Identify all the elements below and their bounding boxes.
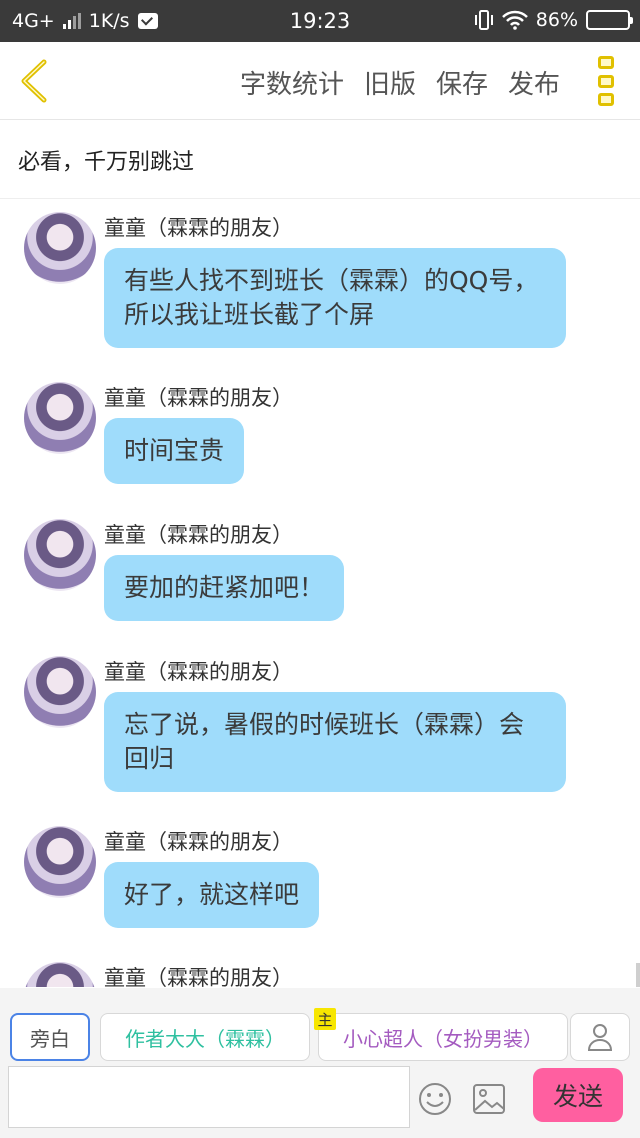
word-count-button[interactable]: 字数统计 [240,64,344,101]
header-actions: 字数统计 旧版 保存 发布 [240,64,560,101]
message-input[interactable] [8,1066,410,1128]
status-right: 86% [474,9,633,31]
emoji-icon[interactable] [418,1082,452,1116]
vibrate-icon [474,10,493,30]
user-icon [587,1024,613,1051]
message-bubble[interactable]: 要加的赶紧加吧！ [104,555,345,621]
story-title[interactable]: 必看，千万别跳过 [0,121,640,199]
publish-button[interactable]: 发布 [508,64,560,101]
editor-header: 字数统计 旧版 保存 发布 [0,42,640,120]
avatar[interactable] [24,656,96,728]
avatar[interactable] [24,962,96,987]
scrollbar[interactable] [636,963,640,987]
role-character-button[interactable]: 小心超人（女扮男装） [318,1013,568,1061]
menu-dot [598,93,614,106]
user-profile-button[interactable] [570,1013,630,1061]
sender-name: 童童（霖霖的朋友） [104,523,293,547]
wifi-icon [501,10,528,30]
battery-icon [586,10,633,30]
battery-percent: 86% [535,9,578,31]
menu-dot [598,56,614,69]
avatar[interactable] [24,212,96,284]
sender-name: 童童（霖霖的朋友） [104,830,293,854]
sender-name: 童童（霖霖的朋友） [104,386,293,410]
avatar[interactable] [24,519,96,591]
message-bubble[interactable]: 好了，就这样吧 [104,862,320,928]
status-bar: 4G+ 1K/s 19:23 86% [0,0,640,42]
avatar[interactable] [24,826,96,898]
menu-dot [598,74,614,88]
image-icon[interactable] [472,1083,506,1115]
save-button[interactable]: 保存 [436,64,488,101]
more-vertical-icon[interactable] [598,56,616,106]
message-bubble[interactable]: 忘了说，暑假的时候班长（霖霖）会回归 [104,692,566,792]
chat-area[interactable]: 童童（霖霖的朋友） 有些人找不到班长（霖霖）的QQ号，所以我让班长截了个屏 童童… [0,200,640,987]
role-author-button[interactable]: 作者大大（霖霖） [100,1013,310,1061]
main-character-badge: 主 [314,1008,336,1030]
input-panel: 旁白 作者大大（霖霖） 小心超人（女扮男装） 主 发送 [0,988,640,1138]
old-version-button[interactable]: 旧版 [364,64,416,101]
message-bubble[interactable]: 时间宝贵 [104,418,245,484]
message-bubble[interactable]: 有些人找不到班长（霖霖）的QQ号，所以我让班长截了个屏 [104,248,566,348]
send-button[interactable]: 发送 [533,1068,623,1122]
avatar[interactable] [24,382,96,454]
sender-name: 童童（霖霖的朋友） [104,966,293,987]
role-narration-button[interactable]: 旁白 [10,1013,90,1061]
chevron-left-icon[interactable] [14,58,54,104]
sender-name: 童童（霖霖的朋友） [104,216,293,240]
sender-name: 童童（霖霖的朋友） [104,660,293,684]
